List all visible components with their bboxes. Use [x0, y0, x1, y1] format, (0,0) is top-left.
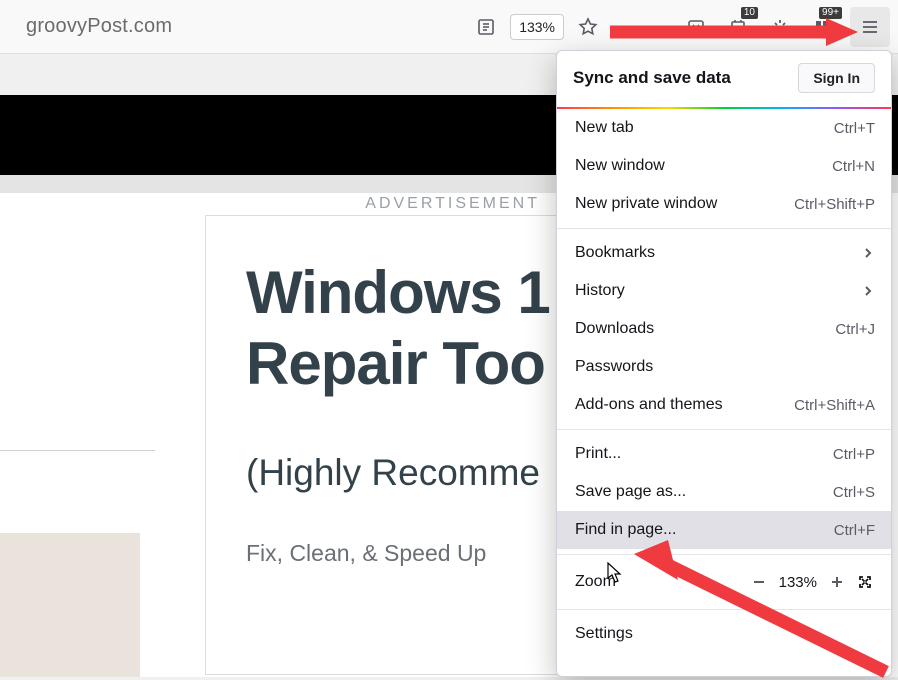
- menu-item-downloads[interactable]: Downloads Ctrl+J: [557, 310, 891, 348]
- chevron-right-icon: [861, 284, 875, 298]
- reader-mode-icon[interactable]: [468, 9, 504, 45]
- menu-item-addons[interactable]: Add-ons and themes Ctrl+Shift+A: [557, 386, 891, 424]
- sidebar-thumbnail[interactable]: [0, 533, 140, 677]
- annotation-arrow-to-find: [634, 540, 894, 680]
- signin-button[interactable]: Sign In: [798, 63, 875, 93]
- sidebar-divider: [0, 450, 155, 451]
- annotation-arrow-to-hamburger: [606, 18, 858, 46]
- chevron-right-icon: [861, 246, 875, 260]
- menu-item-bookmarks[interactable]: Bookmarks: [557, 234, 891, 272]
- menu-separator: [557, 228, 891, 229]
- zoom-indicator[interactable]: 133%: [510, 14, 564, 40]
- menu-item-passwords[interactable]: Passwords: [557, 348, 891, 386]
- menu-header: Sync and save data Sign In: [557, 51, 891, 107]
- address-bar-url[interactable]: groovyPost.com: [8, 15, 468, 38]
- advertisement-label: ADVERTISEMENT: [180, 195, 540, 213]
- menu-item-history[interactable]: History: [557, 272, 891, 310]
- menu-item-print[interactable]: Print... Ctrl+P: [557, 435, 891, 473]
- menu-item-new-tab[interactable]: New tab Ctrl+T: [557, 109, 891, 147]
- bookmark-star-icon[interactable]: [570, 9, 606, 45]
- menu-item-new-private-window[interactable]: New private window Ctrl+Shift+P: [557, 185, 891, 223]
- menu-sync-title: Sync and save data: [573, 68, 731, 88]
- menu-separator: [557, 429, 891, 430]
- extension-badge-3: 99+: [819, 7, 842, 19]
- cursor-icon: [607, 562, 625, 584]
- menu-item-new-window[interactable]: New window Ctrl+N: [557, 147, 891, 185]
- extension-badge-1: 10: [741, 7, 758, 19]
- menu-item-save-as[interactable]: Save page as... Ctrl+S: [557, 473, 891, 511]
